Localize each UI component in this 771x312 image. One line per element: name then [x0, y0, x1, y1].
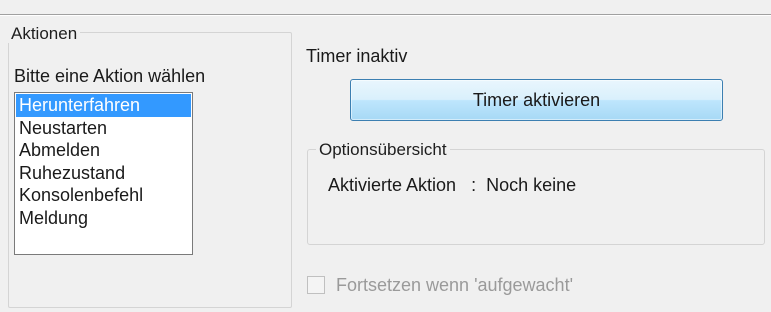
options-groupbox	[307, 149, 765, 245]
resume-checkbox-label: Fortsetzen wenn 'aufgewacht'	[336, 275, 574, 295]
list-item-ruhezustand[interactable]: Ruhezustand	[16, 162, 191, 185]
action-listbox[interactable]: Herunterfahren Neustarten Abmelden Ruhez…	[14, 92, 193, 255]
activate-timer-button[interactable]: Timer aktivieren	[350, 79, 723, 121]
resume-checkbox[interactable]	[307, 276, 325, 294]
list-item-herunterfahren[interactable]: Herunterfahren	[16, 94, 191, 117]
list-item-abmelden[interactable]: Abmelden	[16, 139, 191, 162]
list-item-meldung[interactable]: Meldung	[16, 207, 191, 230]
active-action-label: Aktivierte Aktion	[328, 175, 457, 195]
timer-window: Aktionen Bitte eine Aktion wählen Herunt…	[0, 0, 771, 312]
timer-status-label: Timer inaktiv	[306, 46, 408, 66]
active-action-value: Noch keine	[486, 175, 577, 195]
list-item-konsolenbefehl[interactable]: Konsolenbefehl	[16, 184, 191, 207]
list-item-neustarten[interactable]: Neustarten	[16, 117, 191, 140]
top-divider	[0, 14, 771, 16]
active-action-separator: :	[471, 175, 477, 195]
actions-group-title: Aktionen	[8, 25, 81, 43]
options-group-title: Optionsübersicht	[316, 141, 450, 159]
active-action-row: Aktivierte Aktion : Noch keine	[328, 175, 576, 195]
action-prompt: Bitte eine Aktion wählen	[14, 66, 206, 86]
resume-checkbox-row: Fortsetzen wenn 'aufgewacht'	[307, 275, 573, 295]
